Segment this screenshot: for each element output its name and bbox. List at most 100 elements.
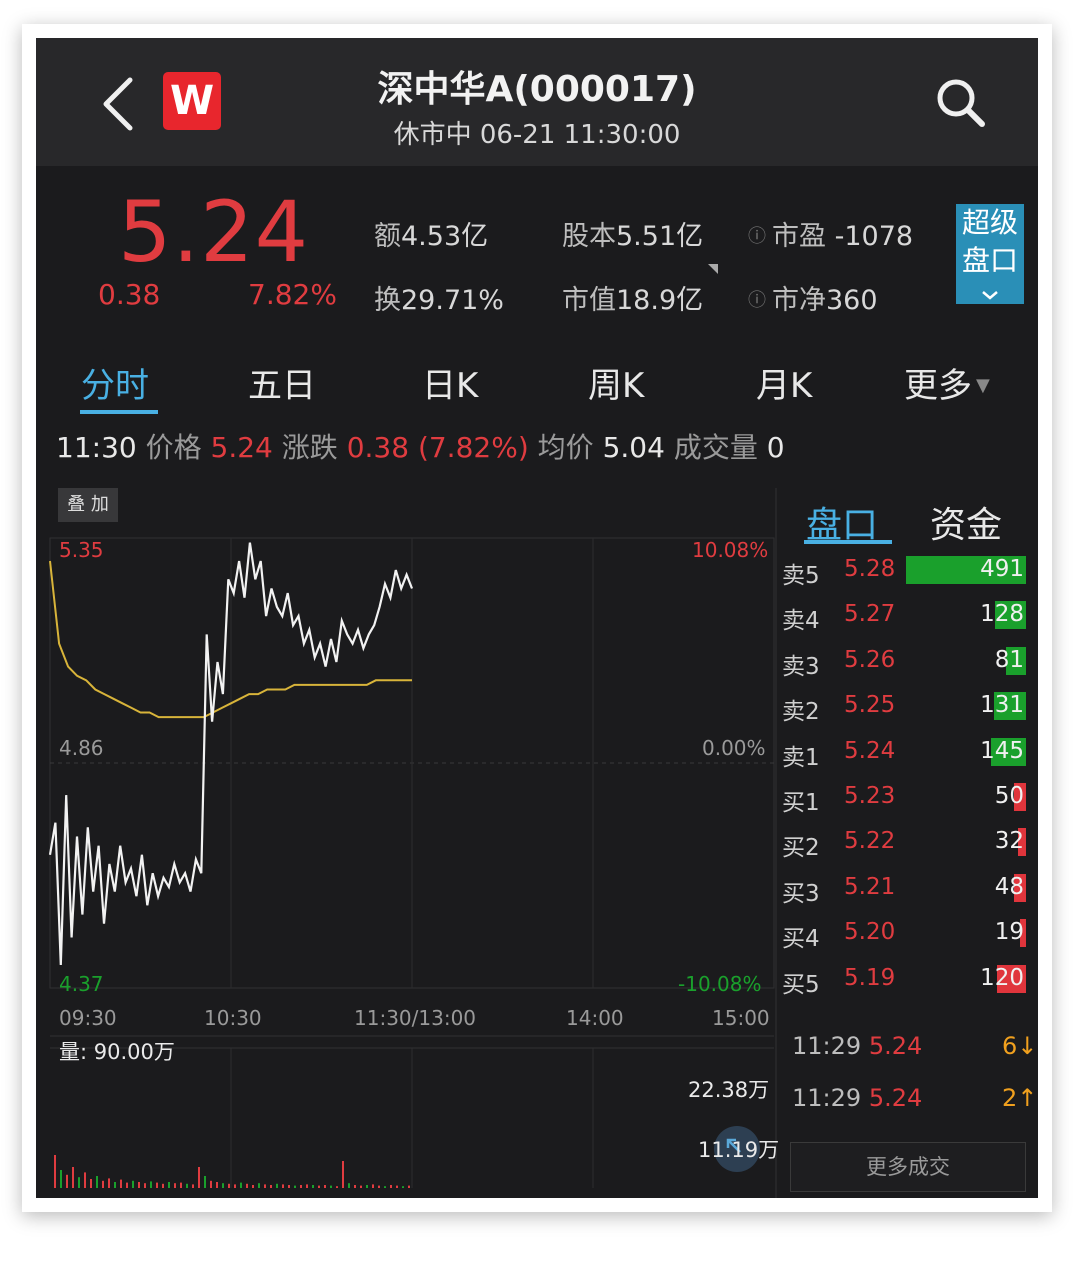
ask-level-row[interactable]: 卖2 5.25 131 [782, 692, 1028, 725]
level-volume: 128 [980, 601, 1024, 628]
pct-axis-bottom-label: -10.08% [678, 972, 762, 996]
x-axis-label: 15:00 [712, 1006, 770, 1030]
volume-bar [240, 1182, 242, 1188]
volume-bar [312, 1185, 314, 1188]
level-label: 卖2 [782, 699, 820, 726]
volume-bar [180, 1182, 182, 1188]
x-axis-label: 11:30/13:00 [354, 1006, 477, 1030]
bid-level-row[interactable]: 买3 5.21 48 [782, 873, 1028, 907]
volume-bar [192, 1184, 194, 1188]
level-volume: 81 [994, 646, 1024, 673]
volume-bar [114, 1182, 116, 1188]
volume-bar [54, 1155, 56, 1188]
level-volume: 19 [994, 919, 1024, 946]
volume-bar [132, 1180, 134, 1188]
level-volume: 491 [980, 556, 1024, 582]
volume-bar [324, 1185, 326, 1188]
volume-bar [186, 1183, 188, 1188]
level-price: 5.21 [844, 873, 896, 900]
volume-bar [306, 1184, 308, 1188]
tab-capital-flow[interactable]: 资金 [930, 496, 1002, 548]
volume-bar [102, 1180, 104, 1188]
level-price: 5.19 [844, 964, 896, 991]
ask-level-row[interactable]: 卖4 5.27 128 [782, 601, 1028, 634]
volume-bar [384, 1186, 386, 1188]
tick-volume: 2↑ [1002, 1084, 1038, 1112]
more-trades-button[interactable]: 更多成交 [790, 1142, 1026, 1192]
volume-axis-top-label: 22.38万 [688, 1078, 770, 1102]
volume-bar [300, 1185, 302, 1188]
volume-bar [138, 1182, 140, 1188]
volume-bar [156, 1182, 158, 1188]
bid-level-row[interactable]: 买5 5.19 120 [782, 964, 1028, 998]
volume-bar [90, 1179, 92, 1188]
overlay-button[interactable]: 叠 加 [58, 488, 118, 522]
ask-level-row[interactable]: 卖1 5.24 145 [782, 737, 1028, 771]
volume-bar [60, 1170, 62, 1188]
level-price: 5.20 [844, 919, 896, 946]
volume-bar [168, 1182, 170, 1188]
level-label: 卖5 [782, 563, 820, 589]
volume-bar [246, 1183, 248, 1188]
y-axis-mid-label: 4.86 [59, 736, 104, 760]
volume-bar [366, 1185, 368, 1188]
level-volume: 131 [980, 692, 1024, 719]
level-price: 5.26 [844, 646, 896, 673]
volume-bar [360, 1185, 362, 1188]
level-volume: 145 [980, 737, 1024, 764]
tick-price: 5.24 [868, 1084, 923, 1112]
volume-bar [408, 1185, 410, 1188]
volume-label: 量: 90.00万 [59, 1040, 175, 1064]
volume-bar [252, 1185, 254, 1188]
trade-tick-row: 11:29 5.24 2↑ [792, 1084, 1037, 1112]
volume-bar [174, 1183, 176, 1188]
volume-bar [342, 1161, 344, 1188]
volume-axis-mid-label: 11.19万 [698, 1138, 780, 1162]
volume-bar [222, 1183, 224, 1188]
tick-time: 11:29 [792, 1084, 862, 1112]
bid-level-row[interactable]: 买2 5.22 32 [782, 828, 1028, 861]
level-label: 买1 [782, 790, 820, 816]
level-volume: 120 [980, 964, 1024, 991]
level-label: 买2 [782, 835, 820, 862]
x-axis-label: 14:00 [566, 1006, 624, 1030]
volume-bar [282, 1184, 284, 1188]
bid-level-row[interactable]: 买1 5.23 50 [782, 783, 1028, 816]
volume-bar [216, 1182, 218, 1188]
volume-bar [378, 1185, 380, 1188]
level-price: 5.28 [844, 556, 896, 582]
volume-bar [84, 1172, 86, 1188]
pct-axis-mid-label: 0.00% [702, 736, 766, 760]
volume-bar [108, 1178, 110, 1188]
volume-bar [162, 1183, 164, 1188]
bid-level-row[interactable]: 买4 5.20 19 [782, 919, 1028, 952]
volume-bar [336, 1186, 338, 1188]
volume-bar [372, 1184, 374, 1188]
volume-bar [330, 1185, 332, 1188]
tick-volume: 6↓ [1002, 1032, 1038, 1060]
volume-bar [78, 1177, 80, 1188]
ask-level-row[interactable]: 卖3 5.26 81 [782, 646, 1028, 680]
volume-bar [270, 1185, 272, 1188]
volume-bar [402, 1186, 404, 1188]
volume-bar [348, 1183, 350, 1188]
trade-tick-row: 11:29 5.24 6↓ [792, 1032, 1037, 1060]
volume-bar [264, 1184, 266, 1188]
level-label: 卖1 [782, 744, 820, 771]
level-volume: 50 [994, 783, 1024, 809]
level-price: 5.25 [844, 692, 896, 719]
volume-bar [120, 1179, 122, 1188]
x-axis-label: 10:30 [204, 1006, 262, 1030]
volume-bar [234, 1184, 236, 1188]
volume-bar [126, 1182, 128, 1188]
pct-axis-top-label: 10.08% [692, 538, 769, 562]
volume-bar [258, 1183, 260, 1188]
ask-level-row[interactable]: 卖5 5.28 491 [782, 556, 1028, 589]
stock-detail-screen: W 深中华A(000017) 休市中 06-21 11:30:00 5.24 0… [36, 38, 1038, 1198]
volume-bar [96, 1176, 98, 1188]
level-price: 5.24 [844, 737, 896, 764]
y-axis-bottom-label: 4.37 [59, 972, 104, 996]
level-label: 买4 [782, 926, 820, 953]
level-price: 5.27 [844, 601, 896, 628]
volume-bar [276, 1183, 278, 1188]
